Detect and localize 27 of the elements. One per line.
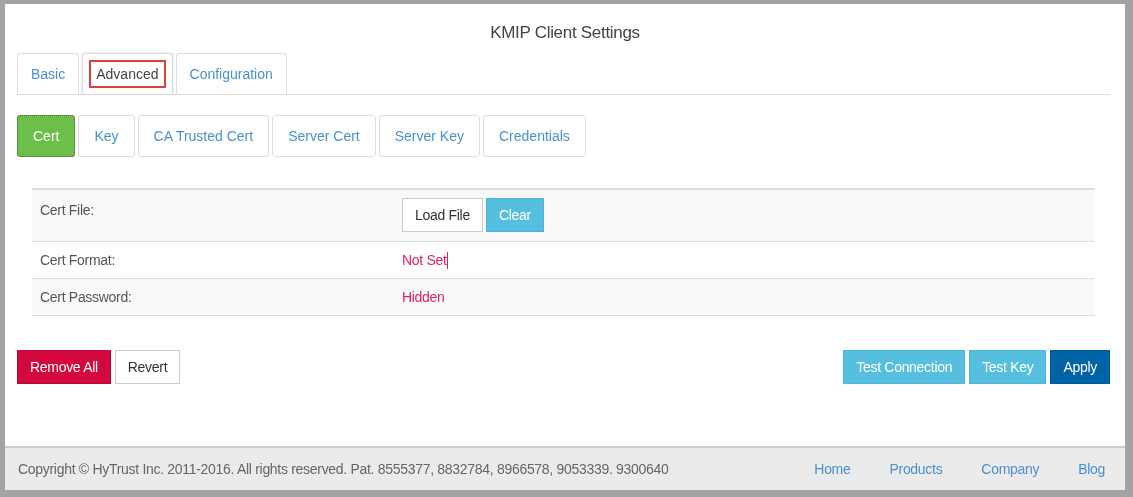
sub-tab[interactable]: Key <box>78 115 135 157</box>
action-button[interactable]: Remove All <box>17 350 111 384</box>
footer-link[interactable]: Home <box>814 461 851 477</box>
footer-link[interactable]: Company <box>981 461 1040 477</box>
tab[interactable]: Configuration <box>175 53 287 94</box>
footer-link[interactable]: Products <box>889 461 943 477</box>
sub-tab[interactable]: Server Cert <box>272 115 376 157</box>
field-label: Cert Format: <box>40 252 115 268</box>
window-title: KMIP Client Settings <box>489 22 641 44</box>
field-value: Not Set <box>402 252 447 268</box>
action-button[interactable]: Test Connection <box>843 350 966 384</box>
field-label: Cert Password: <box>40 289 132 305</box>
file-button[interactable]: Clear <box>485 198 544 232</box>
sub-tab[interactable]: Credentials <box>483 115 586 157</box>
sub-tab[interactable]: CA Trusted Cert <box>137 115 270 157</box>
action-button[interactable]: Test Key <box>969 350 1047 384</box>
sub-tab[interactable]: Server Key <box>378 115 480 157</box>
tab[interactable]: Basic <box>17 53 80 94</box>
sub-tab[interactable]: Cert <box>17 115 76 157</box>
footer-link[interactable]: Blog <box>1078 461 1105 477</box>
action-button[interactable]: Revert <box>114 350 181 384</box>
field-label: Cert File: <box>40 202 94 218</box>
file-button[interactable]: Load File <box>402 198 483 232</box>
copyright-text: Copyright © HyTrust Inc. 2011-2016. All rights reserved. Pat. 8555377, 8832784, 8966578, 9053339. 9300640 <box>18 461 669 477</box>
action-button[interactable]: Apply <box>1050 350 1110 384</box>
tab[interactable]: Advanced <box>82 53 173 94</box>
field-value: Hidden <box>402 289 445 305</box>
